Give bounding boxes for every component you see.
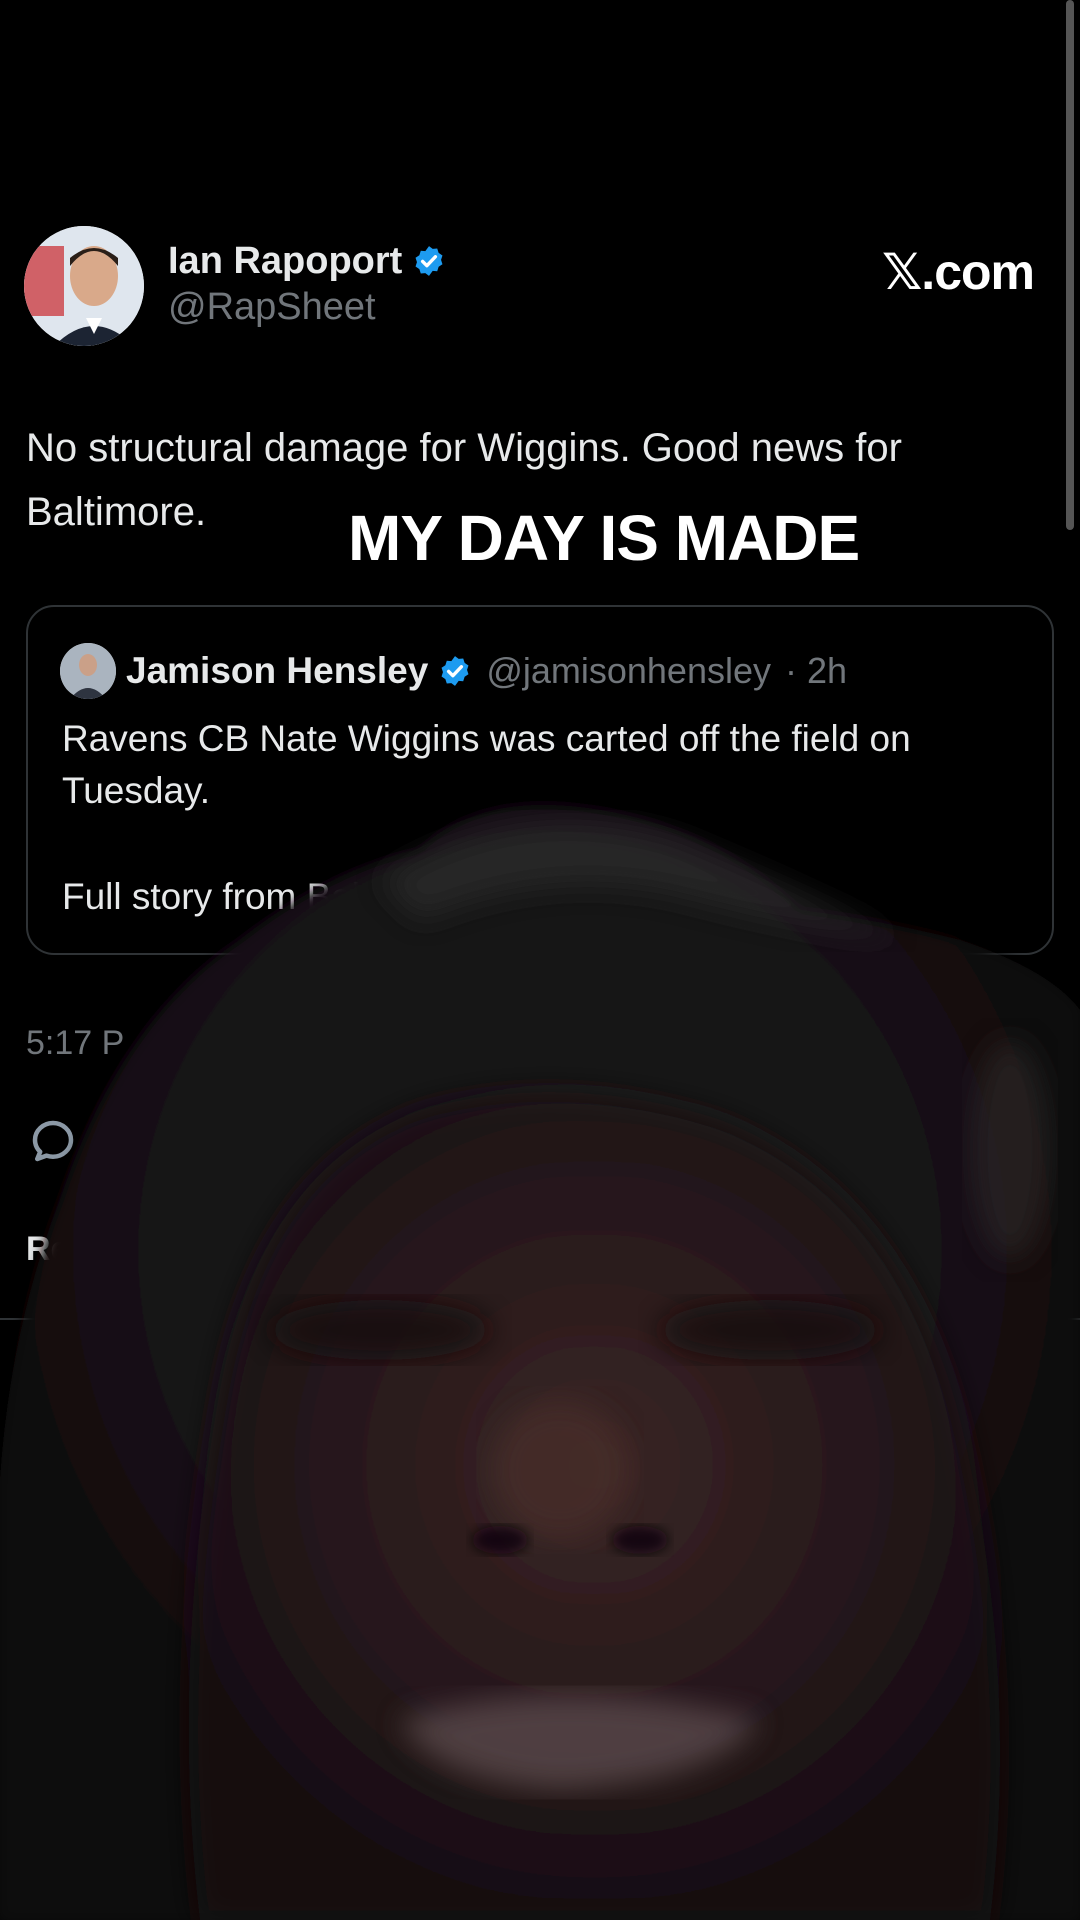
quoted-tweet-header: Jamison Hensley @jamisonhensley · 2h — [60, 643, 847, 699]
author-name: Ian Rapoport — [168, 240, 403, 282]
verified-badge-icon — [415, 246, 443, 276]
author-info[interactable]: Ian Rapoport @RapSheet — [168, 238, 446, 330]
webcam-person-overlay — [0, 805, 1080, 1920]
author-name-row: Ian Rapoport — [168, 238, 446, 284]
video-caption: MY DAY IS MADE — [348, 502, 860, 574]
quoted-tweet-time: · 2h — [785, 650, 848, 691]
quoted-author-avatar[interactable] — [60, 643, 116, 699]
quoted-author-handle: @jamisonhensley — [486, 650, 771, 691]
author-avatar[interactable] — [24, 226, 144, 346]
quoted-author-name: Jamison Hensley — [126, 650, 429, 691]
site-logo: 𝕏.com — [882, 244, 1035, 300]
author-handle: @RapSheet — [168, 286, 376, 328]
scrollbar[interactable] — [1066, 0, 1074, 530]
verified-badge-icon — [441, 656, 469, 686]
